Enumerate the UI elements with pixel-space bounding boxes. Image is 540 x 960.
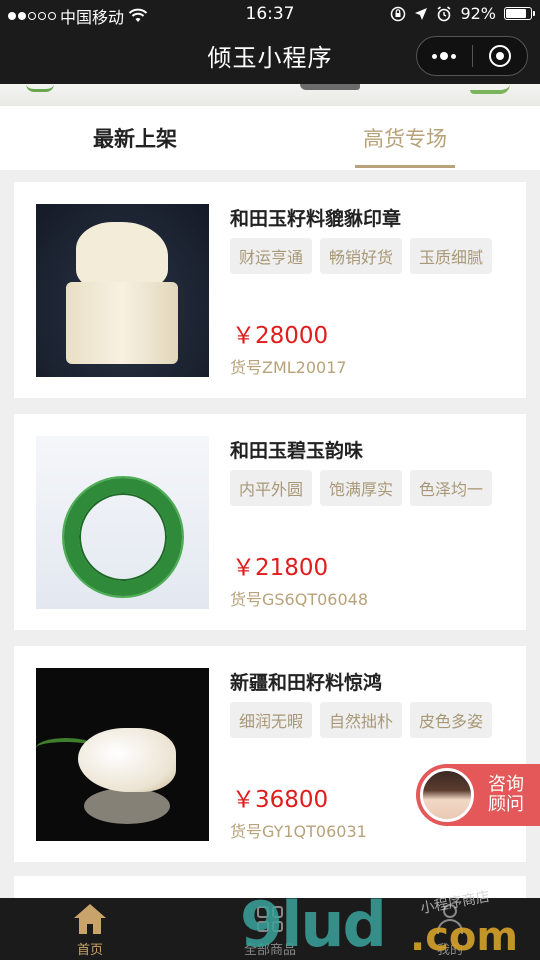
grid-icon [257,906,283,932]
tabbar-label: 首页 [76,943,103,958]
jade-seal-image [36,204,209,377]
mini-program-capsule [416,36,528,76]
product-sku: 货号ZML20017 [230,358,347,377]
product-tag: 色泽均一 [410,470,493,506]
consult-label: 咨询 顾问 [488,774,524,815]
tabbar-item-home[interactable]: 首页 [0,898,180,960]
battery-percent: 92% [460,4,496,23]
product-tag: 自然拙朴 [320,702,403,738]
product-tag: 内平外圆 [230,470,313,506]
product-tag: 玉质细腻 [410,238,493,274]
category-tabs: 最新上架 高货专场 [0,106,540,170]
product-tag: 畅销好货 [320,238,403,274]
product-card[interactable]: 新疆和田籽料惊鸿 细润无暇 自然拙朴 皮色多姿 ￥36800 货号GY1QT06… [14,646,526,862]
jade-bangle-image [36,436,209,609]
banner-image[interactable] [0,84,540,106]
product-name: 和田玉籽料貔貅印章 [230,208,402,230]
user-icon [437,904,463,934]
tabbar-item-mine[interactable]: 我的 [360,898,540,960]
product-tag: 饱满厚实 [320,470,403,506]
product-price: ￥21800 [232,555,329,581]
product-tags: 内平外圆 饱满厚实 色泽均一 [230,470,493,506]
product-card[interactable]: 和田玉碧玉韵味 内平外圆 饱满厚实 色泽均一 ￥21800 货号GS6QT060… [14,414,526,630]
product-price: ￥36800 [232,787,329,813]
more-icon [432,52,457,60]
status-bar-right: 92% [390,4,535,23]
tabbar-label: 我的 [436,943,463,958]
product-sku: 货号GS6QT06048 [230,590,369,609]
battery-icon [504,7,535,20]
home-icon [74,904,106,934]
alarm-icon [437,5,451,21]
tabbar-item-all-products[interactable]: 全部商品 [180,898,360,960]
tabbar-label: 全部商品 [243,943,296,958]
product-tags: 细润无暇 自然拙朴 皮色多姿 [230,702,493,738]
tab-premium[interactable]: 高货专场 [270,106,540,170]
location-icon [415,7,428,20]
advisor-avatar [420,768,474,822]
status-bar: 中国移动 16:37 92% [0,0,540,28]
rotation-lock-icon [391,6,406,21]
nav-bar: 倾玉小程序 [0,28,540,84]
consult-advisor-button[interactable]: 咨询 顾问 [416,764,540,826]
jade-pebble-image [36,668,209,841]
product-name: 新疆和田籽料惊鸿 [230,672,383,694]
product-name: 和田玉碧玉韵味 [230,440,364,462]
product-price: ￥28000 [232,323,329,349]
product-tag: 皮色多姿 [410,702,493,738]
tab-latest[interactable]: 最新上架 [0,106,270,170]
product-tag: 细润无暇 [230,702,313,738]
product-tags: 财运亨通 畅销好货 玉质细腻 [230,238,493,274]
product-sku: 货号GY1QT06031 [230,822,367,841]
close-mini-program-button[interactable] [473,37,528,75]
bottom-tab-bar: 首页 全部商品 我的 [0,898,540,960]
more-button[interactable] [417,37,472,75]
product-card[interactable]: 和田玉籽料貔貅印章 财运亨通 畅销好货 玉质细腻 ￥28000 货号ZML200… [14,182,526,398]
product-tag: 财运亨通 [230,238,313,274]
close-target-icon [488,45,511,67]
